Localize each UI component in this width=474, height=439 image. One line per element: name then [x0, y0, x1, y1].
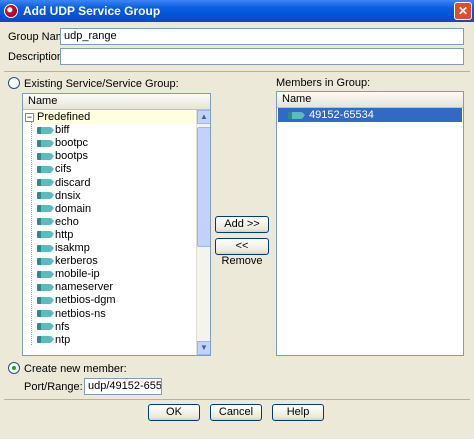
service-icon: [37, 126, 54, 134]
create-member-label: Create new member:: [24, 363, 127, 375]
tree-item-label: discard: [55, 176, 91, 189]
tree-root-predefined[interactable]: − Predefined: [25, 111, 195, 124]
tree-root-label: Predefined: [37, 111, 91, 123]
tree-item[interactable]: nameserver: [37, 281, 113, 294]
tree-item-label: domain: [55, 202, 92, 215]
tree-item-label: cifs: [55, 163, 72, 176]
members-label: Members in Group:: [276, 77, 371, 89]
tree-item[interactable]: discard: [37, 177, 90, 190]
tree-item[interactable]: echo: [37, 216, 79, 229]
tree-item[interactable]: bootpc: [37, 137, 88, 150]
tree-item[interactable]: bootps: [37, 150, 88, 163]
list-item[interactable]: 49152-65534: [278, 108, 462, 122]
port-range-field[interactable]: udp/49152-6553: [84, 378, 162, 395]
service-icon: [37, 310, 54, 318]
window-title: Add UDP Service Group: [23, 4, 161, 18]
divider: [4, 399, 470, 400]
tree-item[interactable]: netbios-ns: [37, 308, 106, 321]
existing-services-tree[interactable]: Name − Predefined biff bootpc bootps cifs disc…: [22, 93, 211, 356]
service-icon: [37, 296, 54, 304]
service-icon: [37, 323, 54, 331]
title-bar[interactable]: Add UDP Service Group ✕: [0, 0, 474, 22]
service-icon: [37, 165, 54, 173]
tree-guide-line: [31, 122, 32, 345]
tree-item[interactable]: isakmp: [37, 242, 90, 255]
members-name-column-header[interactable]: Name: [277, 92, 463, 108]
scroll-thumb[interactable]: [197, 127, 210, 247]
close-button[interactable]: ✕: [454, 2, 472, 20]
service-icon: [37, 244, 54, 252]
collapse-icon[interactable]: −: [25, 112, 34, 122]
tree-item-label: mobile-ip: [55, 268, 100, 281]
tree-item-label: isakmp: [55, 242, 90, 254]
tree-item-label: bootpc: [55, 137, 89, 150]
member-label: 49152-65534: [309, 109, 374, 121]
tree-item-label: netbios-dgm: [55, 294, 116, 307]
tree-scrollbar[interactable]: ▲ ▼: [196, 110, 210, 355]
service-icon: [37, 336, 54, 344]
port-range-label: Port/Range:: [24, 381, 83, 393]
service-icon: [37, 231, 54, 239]
create-member-radio[interactable]: [8, 362, 20, 374]
service-icon: [37, 179, 54, 187]
tree-item-label: ntp: [55, 333, 71, 346]
tree-item[interactable]: dnsix: [37, 190, 81, 203]
divider: [4, 71, 470, 72]
tree-item-label: echo: [55, 215, 79, 228]
remove-button[interactable]: << Remove: [215, 238, 269, 267]
help-button[interactable]: Help: [272, 404, 324, 421]
tree-item[interactable]: netbios-dgm: [37, 294, 116, 307]
tree-item-label: biff: [55, 124, 70, 137]
tree-item[interactable]: biff: [37, 124, 69, 137]
service-icon: [37, 283, 54, 291]
tree-item-label: netbios-ns: [55, 307, 106, 320]
scroll-down-icon[interactable]: ▼: [197, 341, 210, 355]
service-icon: [37, 139, 54, 147]
service-icon: [37, 152, 54, 160]
service-icon: [37, 192, 54, 200]
cancel-button[interactable]: Cancel: [210, 404, 262, 421]
description-field[interactable]: [60, 48, 464, 65]
tree-item[interactable]: http: [37, 229, 73, 242]
service-icon: [288, 111, 305, 119]
existing-group-label: Existing Service/Service Group:: [24, 78, 179, 90]
cisco-icon: [4, 4, 18, 18]
tree-item-label: kerberos: [55, 255, 98, 268]
members-list[interactable]: Name 49152-65534: [276, 91, 464, 356]
tree-item[interactable]: cifs: [37, 163, 72, 176]
tree-item[interactable]: kerberos: [37, 255, 98, 268]
tree-item-label: nfs: [55, 320, 70, 333]
ok-button[interactable]: OK: [148, 404, 200, 421]
service-icon: [37, 257, 54, 265]
tree-item[interactable]: mobile-ip: [37, 268, 100, 281]
service-icon: [37, 218, 54, 226]
tree-item-label: nameserver: [55, 281, 114, 294]
tree-item-label: bootps: [55, 150, 89, 163]
description-label: Description:: [8, 51, 67, 63]
service-icon: [37, 270, 54, 278]
add-button[interactable]: Add >>: [215, 216, 269, 233]
tree-item-label: http: [55, 228, 74, 241]
tree-item[interactable]: domain: [37, 203, 91, 216]
existing-group-radio[interactable]: [8, 77, 20, 89]
tree-item-label: dnsix: [55, 189, 81, 202]
service-icon: [37, 205, 54, 213]
tree-item[interactable]: ntp: [37, 334, 70, 347]
tree-item[interactable]: nfs: [37, 321, 70, 334]
name-column-header[interactable]: Name: [23, 94, 210, 110]
group-name-field[interactable]: udp_range: [60, 28, 464, 45]
scroll-up-icon[interactable]: ▲: [197, 110, 210, 124]
